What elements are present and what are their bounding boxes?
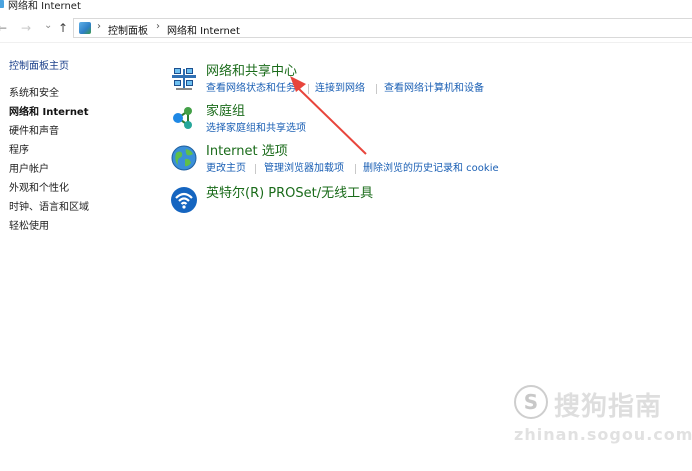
watermark-url: zhinan.sogou.com	[514, 425, 692, 444]
sogou-watermark: S 搜狗指南 zhinan.sogou.com	[512, 382, 692, 452]
sogou-logo-icon: S	[514, 385, 548, 419]
watermark-name: 搜狗指南	[554, 392, 663, 422]
